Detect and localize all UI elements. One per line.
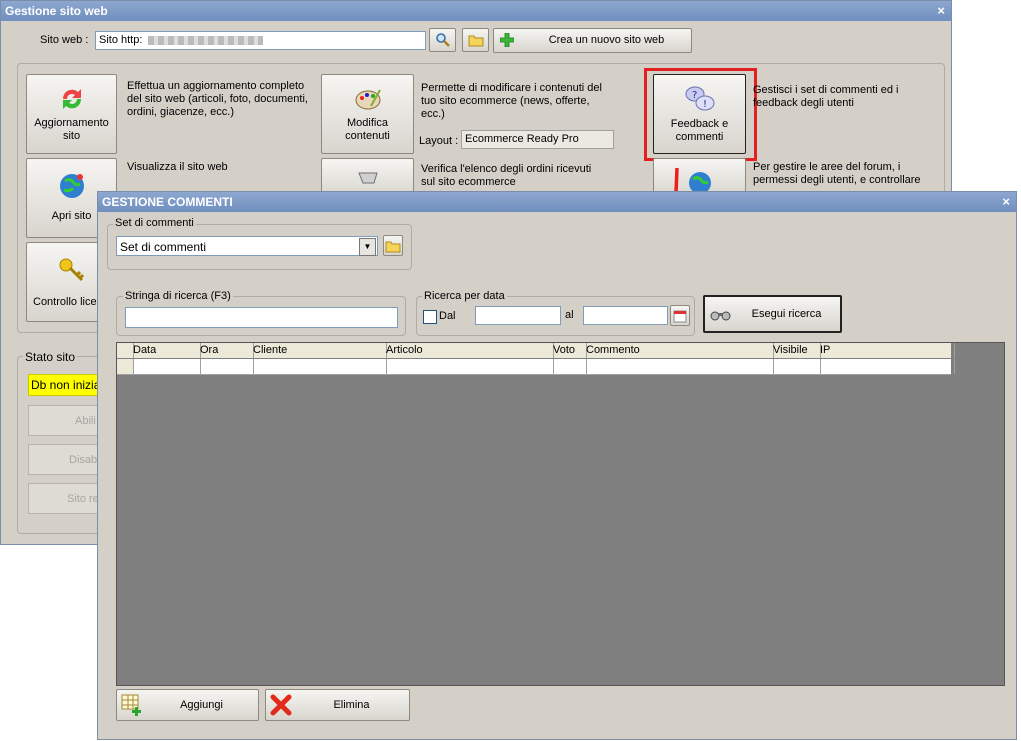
close-icon[interactable]: × [1002, 192, 1010, 212]
refresh-icon [62, 89, 81, 109]
comments-dialog-titlebar: GESTIONE COMMENTI × [98, 192, 1016, 212]
al-label: al [565, 309, 574, 321]
globe-icon [59, 174, 84, 198]
cell-ora [197, 359, 254, 374]
close-icon[interactable]: × [937, 1, 945, 21]
delete-x-icon [270, 694, 292, 716]
binoculars-icon [710, 311, 731, 321]
col-ora[interactable]: Ora [197, 343, 254, 358]
search-group-title: Stringa di ricerca (F3) [123, 290, 233, 302]
col-cliente[interactable]: Cliente [250, 343, 387, 358]
folder-icon [385, 241, 401, 253]
search-input[interactable] [125, 307, 398, 328]
grid-header: Data Ora Cliente Articolo Voto Commento … [117, 343, 955, 359]
svg-text:?: ? [692, 90, 697, 101]
new-site-button[interactable]: Crea un nuovo sito web [493, 28, 692, 53]
execute-search-button[interactable]: Esegui ricerca [703, 295, 842, 333]
date-from-field[interactable] [475, 306, 561, 325]
col-commento[interactable]: Commento [583, 343, 774, 358]
add-row-icon [121, 694, 141, 716]
col-data[interactable]: Data [130, 343, 201, 358]
update-site-desc: Effettua un aggiornamento completo del s… [127, 80, 308, 118]
open-site-desc: Visualizza il sito web [127, 161, 228, 173]
orders-desc: Verifica l'elenco degli ordini ricevuti … [421, 163, 592, 188]
plus-icon [500, 33, 514, 47]
col-ip[interactable]: IP [817, 343, 955, 358]
delete-button[interactable]: Elimina [265, 689, 410, 721]
update-site-button[interactable]: Aggiornamento sito [26, 74, 117, 154]
cart-icon [357, 172, 378, 184]
search-site-button[interactable] [429, 28, 456, 52]
site-url-field[interactable]: Sito http: [95, 31, 426, 50]
calendar-icon [673, 310, 687, 323]
chevron-down-icon[interactable]: ▼ [359, 238, 376, 256]
comments-dialog: GESTIONE COMMENTI × Set di commenti Set … [97, 191, 1017, 740]
site-label: Sito web : [40, 34, 89, 46]
edit-content-button[interactable]: Modifica contenuti [321, 74, 414, 154]
feedback-comments-button[interactable]: ?! Feedback e commenti [653, 74, 746, 154]
cell-voto [550, 359, 587, 374]
table-row[interactable] [117, 359, 955, 375]
date-group-title: Ricerca per data [422, 290, 507, 302]
cell-cliente [250, 359, 387, 374]
key-icon [59, 258, 84, 282]
cell-commento [583, 359, 774, 374]
speech-bubbles-icon: ?! [685, 86, 714, 111]
dal-label: Dal [439, 310, 456, 322]
cell-ip [817, 359, 955, 374]
palette-icon [355, 89, 381, 110]
forum-desc: Per gestire le aree del forum, i permess… [753, 161, 921, 186]
status-group-title: Stato sito [23, 350, 78, 364]
date-to-field[interactable] [583, 306, 668, 325]
cell-articolo [383, 359, 554, 374]
calendar-button[interactable] [670, 305, 690, 326]
magnifier-icon [435, 33, 450, 47]
dal-checkbox[interactable] [423, 310, 437, 324]
open-set-button[interactable] [383, 235, 403, 256]
cell-data [130, 359, 201, 374]
set-group-title: Set di commenti [113, 217, 196, 229]
main-window-title: Gestione sito web [5, 4, 108, 18]
main-window-titlebar: Gestione sito web × [1, 1, 951, 21]
folder-icon [468, 35, 483, 47]
col-voto[interactable]: Voto [550, 343, 587, 358]
dialog-title: GESTIONE COMMENTI [102, 195, 233, 209]
edit-content-desc: Permette di modificare i contenuti del t… [421, 82, 602, 120]
feedback-desc: Gestisci i set di commenti ed i feedback… [753, 84, 899, 109]
col-articolo[interactable]: Articolo [383, 343, 554, 358]
layout-field: Ecommerce Ready Pro [461, 130, 614, 149]
set-select[interactable]: Set di commenti ▼ [116, 236, 378, 256]
add-button[interactable]: Aggiungi [116, 689, 259, 721]
col-visibile[interactable]: Visibile [770, 343, 821, 358]
blurred-url [148, 35, 264, 45]
open-folder-button[interactable] [462, 28, 489, 52]
svg-text:!: ! [703, 99, 707, 110]
layout-label: Layout : [419, 135, 459, 147]
cell-visibile [770, 359, 821, 374]
comments-grid[interactable]: Data Ora Cliente Articolo Voto Commento … [116, 342, 1005, 686]
